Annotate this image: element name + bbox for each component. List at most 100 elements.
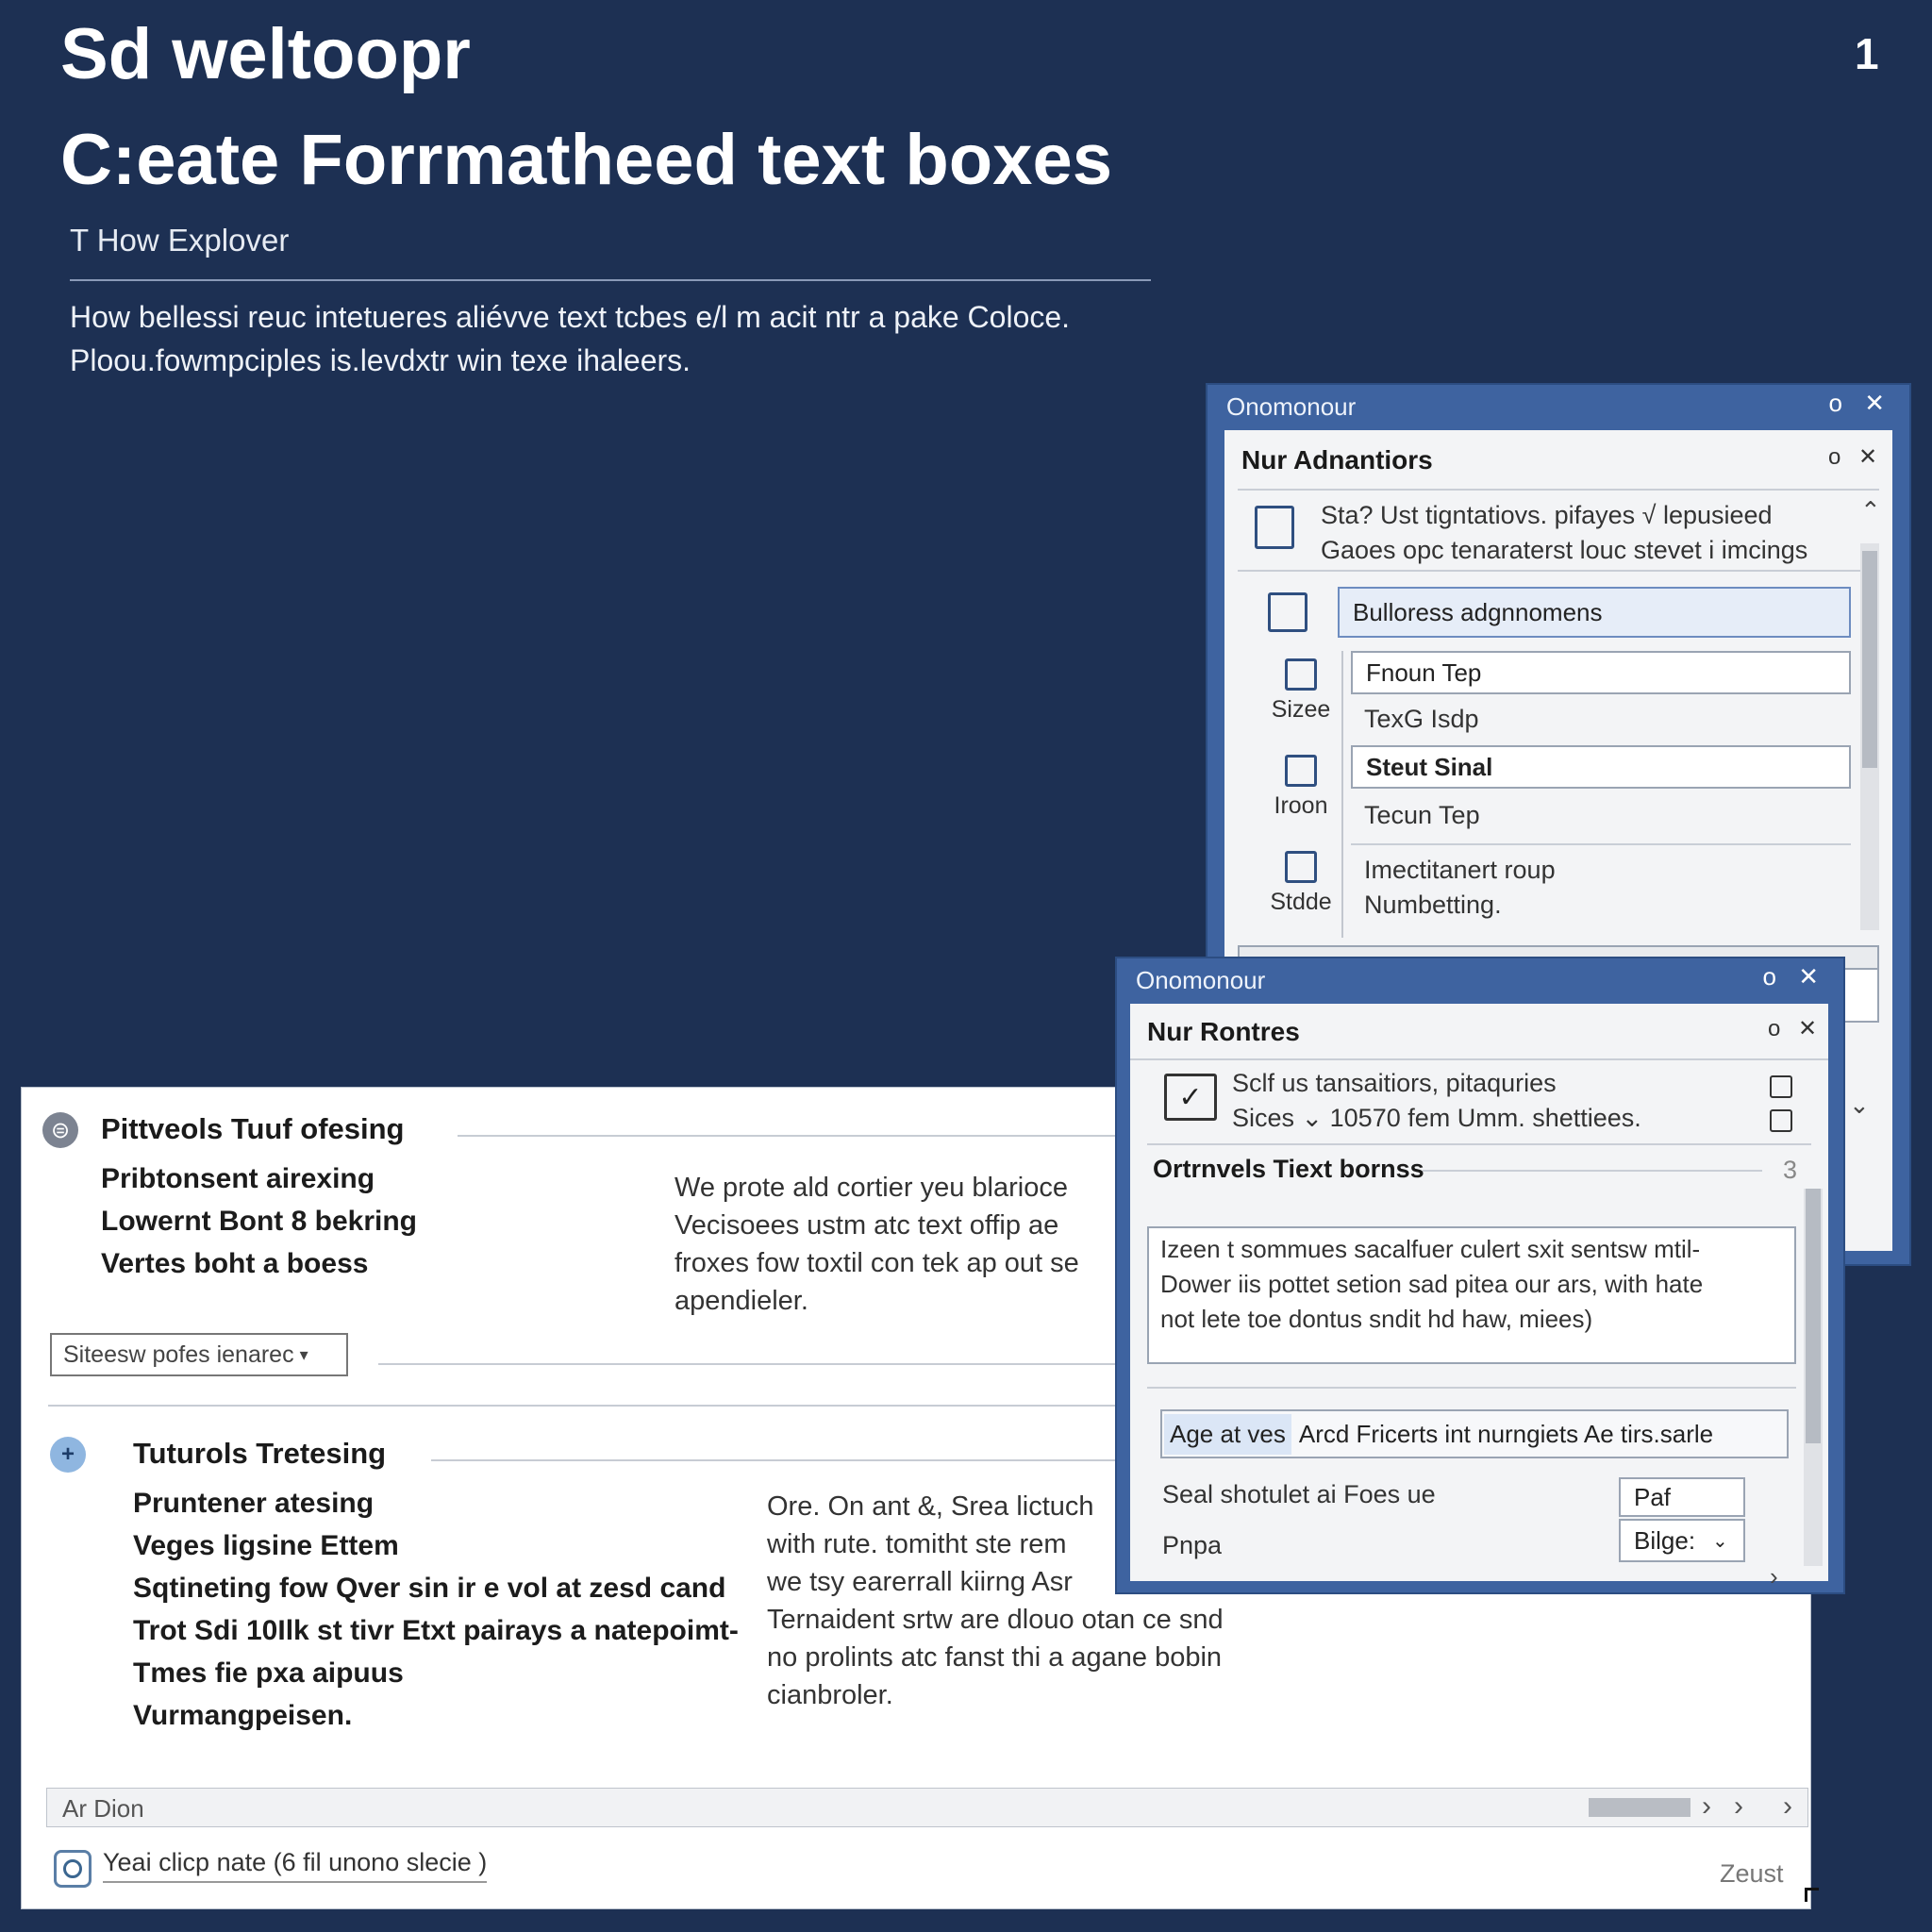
chevron-right-icon[interactable]: › xyxy=(1734,1790,1743,1823)
divider xyxy=(1147,1143,1811,1145)
document-icon xyxy=(1255,506,1294,549)
edit-icon[interactable] xyxy=(1268,592,1307,632)
chevron-up-icon[interactable]: ⌃ xyxy=(1860,496,1881,525)
text-box[interactable]: Izeen t sommues sacalfuer culert sxit se… xyxy=(1147,1226,1796,1364)
dialog-title: Onomonour xyxy=(1226,392,1357,421)
panel-controls[interactable]: o ✕ xyxy=(1828,443,1883,471)
size-field[interactable]: Fnoun Tep xyxy=(1351,651,1851,694)
row-1-field[interactable]: Paf xyxy=(1619,1477,1745,1517)
chevron-down-icon: ▾ xyxy=(299,1344,308,1364)
row-label: Stdde xyxy=(1270,889,1332,915)
divider xyxy=(1341,745,1343,849)
tab-strip: Age at ves Arcd Fricerts int nurngiets A… xyxy=(1160,1409,1789,1458)
chevron-right-icon[interactable]: › xyxy=(1702,1790,1711,1823)
icon-icon xyxy=(1285,755,1317,787)
list-item[interactable]: Pribtonsent airexing xyxy=(101,1158,417,1200)
info-text: Sclf us tansaitiors, pitaquries Sices ⌄ … xyxy=(1232,1066,1760,1136)
divider xyxy=(1238,570,1860,572)
resize-grip-icon[interactable] xyxy=(1805,1888,1819,1902)
scrollbar-thumb[interactable] xyxy=(1589,1798,1690,1817)
text-line: Izeen t sommues sacalfuer culert sxit se… xyxy=(1160,1235,1701,1263)
row-label: Sizee xyxy=(1271,696,1331,723)
list-item[interactable]: Lowernt Bont 8 bekring xyxy=(101,1200,417,1242)
text-line: not lete toe dontus sndit hd haw, miees) xyxy=(1160,1305,1593,1333)
slide-icon xyxy=(1285,851,1317,883)
paragraph-line: Vecisoees ustm atc text offip ae xyxy=(675,1210,1059,1241)
section-2-list: Pruntener atesing Veges ligsine Ettem Sq… xyxy=(133,1482,739,1737)
panel-title: Nur Rontres xyxy=(1147,1017,1300,1046)
corner-badge-icon[interactable]: 1 xyxy=(1855,28,1879,79)
intro-text-line-2: Ploou.fowmpciples is.levdxtr win texe ih… xyxy=(70,343,691,377)
paragraph-line: Ternaident srtw are dlouo otan ce snd xyxy=(767,1605,1224,1635)
divider xyxy=(1341,651,1343,755)
text-line: Dower iis pottet setion sad pitea our ar… xyxy=(1160,1270,1704,1298)
list-item[interactable]: Pruntener atesing xyxy=(133,1482,739,1524)
scrollbar-label: Ar Dion xyxy=(62,1794,144,1823)
paragraph-line: froxes fow toxtil con tek ap out se xyxy=(675,1248,1079,1278)
row-1-label: Seal shotulet ai Foes ue xyxy=(1162,1480,1436,1508)
size-subtext: TexG Isdp xyxy=(1364,705,1479,733)
scrollbar-thumb[interactable] xyxy=(1862,551,1877,768)
style-dropdown[interactable]: Siteesw pofes ienarec ▾ xyxy=(50,1333,348,1376)
options-dialog-front: Onomonour o ✕ Nur Rontres o ✕ ✓ Sclf us … xyxy=(1115,957,1845,1594)
panel-title: Nur Adnantiors xyxy=(1241,445,1433,475)
section-1-title: Pittveols Tuuf ofesing xyxy=(101,1112,405,1145)
summary-text: Sta? Ust tigntatiovs. pifayes √ lepusiee… xyxy=(1321,498,1849,568)
divider xyxy=(1238,489,1879,491)
header-divider xyxy=(70,279,1151,281)
style-subtext: Tecun Tep xyxy=(1364,801,1480,829)
list-item[interactable]: Tmes fie pxa aipuus xyxy=(133,1652,739,1694)
intro-text-line-1: How bellessi reuc intetueres aliévve tex… xyxy=(70,300,1071,334)
window-controls[interactable]: o ✕ xyxy=(1763,962,1826,991)
paragraph-line: We prote ald cortier yeu blarioce xyxy=(675,1173,1068,1203)
dropdown-value: Siteesw pofes ienarec xyxy=(63,1341,294,1368)
numbering-line: Imectitanert roup xyxy=(1364,856,1556,884)
add-icon[interactable]: + xyxy=(50,1437,86,1473)
chevron-right-icon[interactable]: › xyxy=(1783,1790,1792,1823)
section-title: Ortrnvels Tiext bornss xyxy=(1153,1155,1424,1183)
list-item[interactable]: Trot Sdi 10Ilk st tivr Etxt pairays a na… xyxy=(133,1609,739,1652)
record-icon[interactable] xyxy=(54,1850,92,1888)
numbering-text: Imectitanert roup Numbetting. xyxy=(1364,853,1556,923)
panel-controls[interactable]: o ✕ xyxy=(1768,1015,1823,1042)
page-heading: C:eate Forrmatheed text boxes xyxy=(60,120,1112,200)
window-controls[interactable]: o ✕ xyxy=(1829,389,1892,418)
list-item[interactable]: Vertes boht a boess xyxy=(101,1242,417,1285)
text-box-content: Izeen t sommues sacalfuer culert sxit se… xyxy=(1160,1232,1783,1337)
scrollbar-thumb[interactable] xyxy=(1806,1189,1821,1443)
summary-line: Gaoes opc tenaraterst louc stevet i imci… xyxy=(1321,536,1808,564)
highlight-field[interactable]: Bulloress adgnnomens xyxy=(1338,587,1851,638)
list-item[interactable]: Vurmangpeisen. xyxy=(133,1694,739,1737)
paragraph-line: cianbroler. xyxy=(767,1680,893,1710)
checkbox-icon[interactable]: ✓ xyxy=(1164,1074,1217,1121)
list-item[interactable]: Veges ligsine Ettem xyxy=(133,1524,739,1567)
page-title: Sd weltoopr xyxy=(60,14,471,94)
dialog-body: Nur Rontres o ✕ ✓ Sclf us tansaitiors, p… xyxy=(1130,1004,1828,1591)
style-field[interactable]: Steut Sinal xyxy=(1351,745,1851,789)
option-icon[interactable] xyxy=(1770,1075,1792,1098)
chevron-right-icon[interactable]: › xyxy=(1770,1562,1778,1591)
paragraph-line: apendieler. xyxy=(675,1286,808,1316)
row-2-label: Pnpa xyxy=(1162,1531,1223,1559)
section-divider xyxy=(1423,1170,1762,1172)
chevron-down-icon[interactable]: ⌄ xyxy=(1849,1091,1870,1120)
summary-line: Sta? Ust tigntatiovs. pifayes √ lepusiee… xyxy=(1321,501,1773,529)
divider xyxy=(1351,843,1851,845)
tab-active[interactable]: Age at ves xyxy=(1164,1413,1291,1455)
divider xyxy=(1130,1058,1828,1060)
row-2-select[interactable]: Bilge: ⌄ xyxy=(1619,1519,1745,1562)
section-1-list: Pribtonsent airexing Lowernt Bont 8 bekr… xyxy=(101,1158,417,1285)
footer-label: Zeust xyxy=(1720,1859,1784,1888)
dialog-title: Onomonour xyxy=(1136,966,1266,994)
paragraph-line: no prolints atc fanst thi a agane bobin xyxy=(767,1642,1223,1673)
info-line: Sices ⌄ 10570 fem Umm. shettiees. xyxy=(1232,1104,1641,1132)
row-label: Iroon xyxy=(1274,792,1328,819)
tab-rest[interactable]: Arcd Fricerts int nurngiets Ae tirs.sarl… xyxy=(1299,1420,1713,1449)
divider xyxy=(1341,843,1343,938)
page-subtitle: T How Explover xyxy=(70,223,290,258)
footer-link[interactable]: Yeai clicp nate (6 fil unono slecie ) xyxy=(103,1848,488,1883)
option-icon[interactable] xyxy=(1770,1109,1792,1132)
list-item[interactable]: Sqtineting fow Qver sin ir e vol at zesd… xyxy=(133,1567,739,1609)
size-icon xyxy=(1285,658,1317,691)
document-scrollbar[interactable]: Ar Dion › › › xyxy=(46,1788,1808,1827)
